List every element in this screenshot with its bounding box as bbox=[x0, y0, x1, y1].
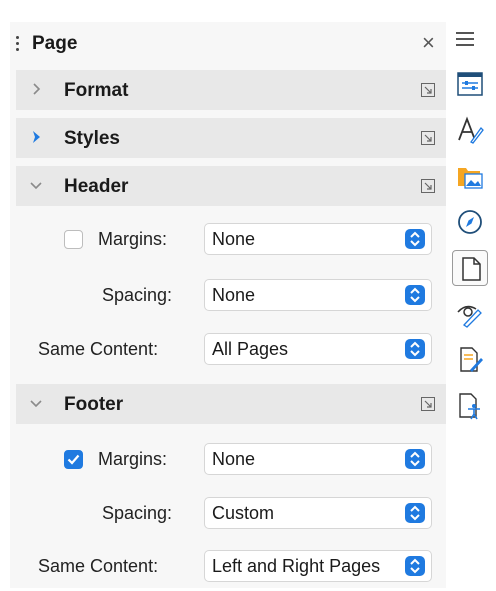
section-styles-label: Styles bbox=[64, 128, 120, 149]
footer-margins-select[interactable]: None bbox=[204, 443, 432, 475]
up-down-arrows-icon bbox=[405, 556, 425, 576]
header-same-content-label: Same Content: bbox=[38, 339, 159, 359]
chevron-right-icon bbox=[33, 131, 40, 143]
accessibility-check-icon bbox=[459, 393, 480, 420]
section-footer-label: Footer bbox=[64, 394, 124, 415]
section-format-label: Format bbox=[64, 80, 129, 101]
section-header[interactable]: Header bbox=[16, 166, 446, 206]
chevron-right-icon bbox=[33, 83, 41, 95]
footer-spacing-value: Custom bbox=[212, 503, 275, 523]
tab-style-inspector[interactable] bbox=[452, 296, 488, 332]
header-spacing-value: None bbox=[212, 285, 256, 305]
tab-styles[interactable] bbox=[452, 112, 488, 148]
more-options-icon[interactable] bbox=[421, 397, 435, 411]
up-down-arrows-icon bbox=[405, 503, 425, 523]
section-header-label: Header bbox=[64, 176, 129, 197]
header-same-content-value: All Pages bbox=[212, 339, 289, 359]
styles-icon bbox=[458, 116, 484, 144]
style-inspector-icon bbox=[457, 305, 482, 328]
footer-margins-value: None bbox=[212, 449, 256, 469]
properties-icon bbox=[457, 72, 483, 96]
navigator-icon bbox=[458, 210, 482, 234]
tab-page[interactable] bbox=[452, 250, 488, 286]
up-down-arrows-icon bbox=[405, 285, 425, 305]
header-margins-value: None bbox=[212, 229, 256, 249]
more-options-icon[interactable] bbox=[421, 179, 435, 193]
header-same-content-select[interactable]: All Pages bbox=[204, 333, 432, 365]
more-options-icon[interactable] bbox=[421, 83, 435, 97]
header-spacing-label: Spacing: bbox=[102, 285, 173, 305]
header-spacing-select[interactable]: None bbox=[204, 279, 432, 311]
menu-icon[interactable] bbox=[456, 32, 474, 50]
panel-title: Page bbox=[32, 33, 78, 54]
chevron-down-icon bbox=[30, 182, 42, 190]
page-icon bbox=[462, 257, 481, 281]
header-margins-checkbox[interactable] bbox=[64, 230, 83, 249]
footer-margins-checkbox[interactable] bbox=[64, 450, 83, 469]
sidebar-tabbar bbox=[448, 58, 496, 458]
up-down-arrows-icon bbox=[405, 229, 425, 249]
up-down-arrows-icon bbox=[405, 339, 425, 359]
footer-same-content-select[interactable]: Left and Right Pages bbox=[204, 550, 432, 582]
gallery-icon bbox=[458, 168, 483, 189]
close-icon[interactable]: × bbox=[422, 32, 435, 54]
panel-titlebar: Page × bbox=[10, 22, 446, 66]
footer-margins-label: Margins: bbox=[98, 449, 168, 469]
sidebar-deck: Page × Format Styles Header Margins: Non… bbox=[10, 22, 446, 588]
header-margins-select[interactable]: None bbox=[204, 223, 432, 255]
footer-spacing-select[interactable]: Custom bbox=[204, 497, 432, 529]
footer-same-content-value: Left and Right Pages bbox=[212, 556, 381, 576]
footer-same-content-label: Same Content: bbox=[38, 556, 159, 576]
more-options-icon[interactable] bbox=[421, 131, 435, 145]
tab-navigator[interactable] bbox=[452, 204, 488, 240]
section-styles[interactable]: Styles bbox=[16, 118, 446, 158]
tab-manage-changes[interactable] bbox=[452, 342, 488, 378]
manage-changes-icon bbox=[460, 347, 483, 372]
up-down-arrows-icon bbox=[405, 449, 425, 469]
chevron-down-icon bbox=[30, 400, 42, 408]
tab-gallery[interactable] bbox=[452, 158, 488, 194]
tab-properties[interactable] bbox=[452, 66, 488, 102]
grip-handle[interactable] bbox=[16, 36, 20, 54]
tab-accessibility-check[interactable] bbox=[452, 388, 488, 424]
footer-spacing-label: Spacing: bbox=[102, 503, 173, 523]
section-footer[interactable]: Footer bbox=[16, 384, 446, 424]
header-margins-label: Margins: bbox=[98, 229, 168, 249]
section-format[interactable]: Format bbox=[16, 70, 446, 110]
checkmark-icon bbox=[67, 454, 80, 465]
